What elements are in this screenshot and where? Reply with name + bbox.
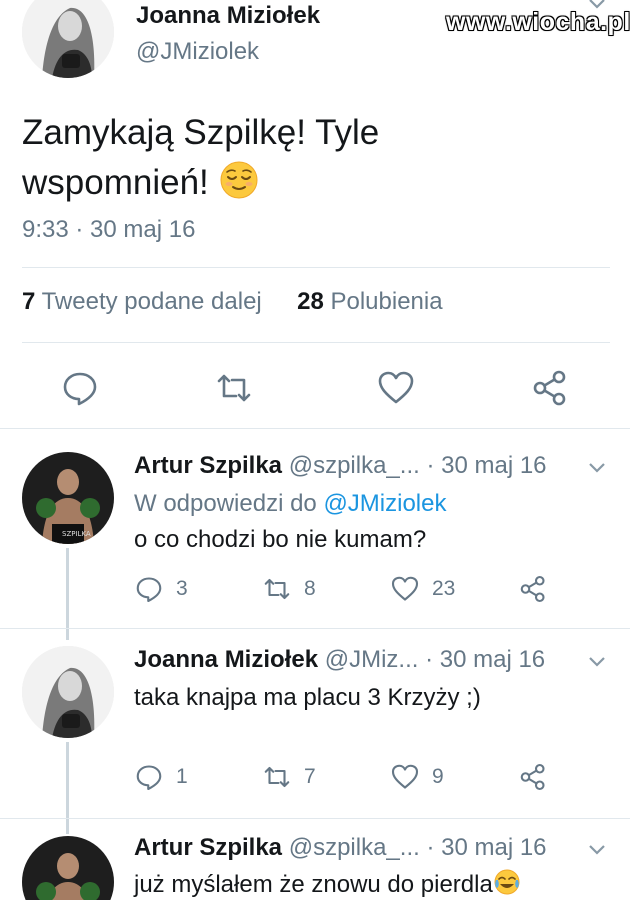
divider xyxy=(22,267,610,268)
like-count: 23 xyxy=(432,577,456,600)
retweets-label: Tweety podane dalej xyxy=(41,288,262,315)
retweet-count: 7 xyxy=(304,765,316,788)
reply-text-row: już myślałem że znowu do pierdla xyxy=(134,868,521,899)
retweet-button[interactable]: 7 xyxy=(262,762,316,792)
reply-to-line: W odpowiedzi do @JMiziolek xyxy=(134,490,446,518)
reply-author-name[interactable]: Joanna Miziołek xyxy=(134,646,318,673)
tweet-stats: 7 Tweety podane dalej 28 Polubienia xyxy=(22,288,443,316)
reply-icon xyxy=(63,372,97,406)
reply-button[interactable]: 1 xyxy=(134,762,188,792)
reply-button[interactable] xyxy=(60,368,100,408)
tears-of-joy-emoji-icon xyxy=(493,868,521,896)
author-handle[interactable]: @JMiziolek xyxy=(136,38,259,66)
reply-author-name[interactable]: Artur Szpilka xyxy=(134,452,282,479)
thread-connector xyxy=(66,548,69,640)
reply-avatar[interactable] xyxy=(22,646,114,738)
reply-author-handle[interactable]: @JMiz... xyxy=(325,646,419,673)
reply-author-handle[interactable]: @szpilka_... xyxy=(289,452,420,479)
share-icon xyxy=(533,370,566,406)
share-button[interactable] xyxy=(518,574,560,604)
reply-author-handle[interactable]: @szpilka_... xyxy=(289,834,420,861)
thread-connector xyxy=(66,742,69,834)
reply-date[interactable]: · 30 maj 16 xyxy=(426,834,546,861)
reply-to-handle-link[interactable]: @JMiziolek xyxy=(323,490,446,517)
reply-button[interactable]: 3 xyxy=(134,574,188,604)
tweet-text-line2: wspomnień! xyxy=(22,163,209,202)
likes-stat[interactable]: 28 Polubienia xyxy=(297,288,442,315)
share-icon xyxy=(520,575,545,603)
chevron-down-icon[interactable] xyxy=(586,456,608,478)
like-button[interactable]: 23 xyxy=(390,574,455,604)
woman-portrait-icon xyxy=(22,646,114,738)
tweet-text-line1: Zamykają Szpilkę! Tyle xyxy=(22,113,380,152)
share-button[interactable] xyxy=(530,368,570,408)
reply-avatar[interactable]: SZPILKA xyxy=(22,452,114,544)
reply-avatar[interactable] xyxy=(22,836,114,900)
reply-text: taka knajpa ma placu 3 Krzyży ;) xyxy=(134,684,481,711)
reply-text: już myślałem że znowu do pierdla xyxy=(134,871,493,898)
retweet-button[interactable] xyxy=(214,368,254,408)
heart-icon xyxy=(391,576,419,601)
author-name[interactable]: Joanna Miziołek xyxy=(136,2,320,30)
retweets-stat[interactable]: 7 Tweety podane dalej xyxy=(22,288,262,315)
reply-header: Artur Szpilka @szpilka_... · 30 maj 16 xyxy=(134,452,547,480)
divider xyxy=(0,628,630,629)
reply-author-name[interactable]: Artur Szpilka xyxy=(134,834,282,861)
chevron-down-icon[interactable] xyxy=(586,650,608,672)
retweet-icon xyxy=(217,374,251,402)
watermark: www.wiocha.pl xyxy=(446,8,630,36)
heart-icon xyxy=(391,764,419,789)
reply-icon xyxy=(136,765,162,791)
share-icon xyxy=(520,763,545,791)
relieved-face-emoji-icon xyxy=(219,160,259,200)
divider xyxy=(0,818,630,819)
boxer-portrait-icon xyxy=(22,836,114,900)
chevron-down-icon[interactable] xyxy=(586,838,608,860)
reply-text: o co chodzi bo nie kumam? xyxy=(134,526,427,553)
likes-label: Polubienia xyxy=(330,288,443,315)
likes-count: 28 xyxy=(297,288,324,315)
woman-portrait-icon xyxy=(22,0,114,78)
retweets-count: 7 xyxy=(22,288,36,315)
retweet-icon xyxy=(264,578,290,600)
like-button[interactable] xyxy=(376,368,416,408)
retweet-icon xyxy=(264,766,290,788)
like-button[interactable]: 9 xyxy=(390,762,444,792)
boxer-portrait-icon: SZPILKA xyxy=(22,452,114,544)
share-button[interactable] xyxy=(518,762,560,792)
retweet-button[interactable]: 8 xyxy=(262,574,316,604)
svg-text:SZPILKA: SZPILKA xyxy=(62,530,91,538)
divider xyxy=(22,342,610,343)
heart-icon xyxy=(378,371,414,404)
reply-count: 1 xyxy=(176,765,188,788)
author-avatar[interactable] xyxy=(22,0,114,78)
retweet-count: 8 xyxy=(304,577,316,600)
divider xyxy=(0,428,630,429)
reply-header: Joanna Miziołek @JMiz... · 30 maj 16 xyxy=(134,646,545,674)
tweet-text: Zamykają Szpilkę! Tyle wspomnień! xyxy=(22,108,612,208)
reply-to-label: W odpowiedzi do xyxy=(134,490,317,517)
reply-icon xyxy=(136,577,162,603)
reply-count: 3 xyxy=(176,577,188,600)
tweet-timestamp[interactable]: 9:33 · 30 maj 16 xyxy=(22,216,195,244)
like-count: 9 xyxy=(432,765,444,788)
reply-header: Artur Szpilka @szpilka_... · 30 maj 16 xyxy=(134,834,547,862)
reply-date[interactable]: · 30 maj 16 xyxy=(426,452,546,479)
reply-date[interactable]: · 30 maj 16 xyxy=(425,646,545,673)
